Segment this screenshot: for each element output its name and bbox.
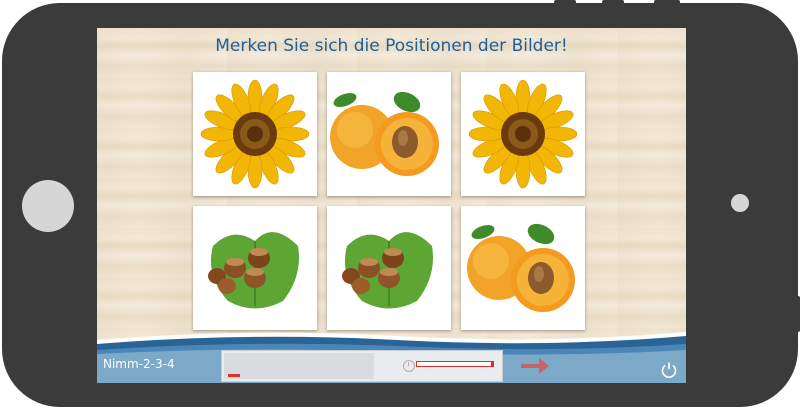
power-icon[interactable] (660, 361, 678, 379)
timer-bar-fill (490, 362, 493, 366)
phone-side-button (602, 0, 624, 4)
game-screen: Merken Sie sich die Positionen der Bilde… (97, 28, 686, 383)
phone-side-button (796, 296, 800, 332)
clock-icon (403, 360, 415, 372)
front-camera (731, 194, 749, 212)
memorize-progress-fill (228, 374, 240, 377)
home-button (22, 180, 74, 232)
memorize-progress-track (224, 353, 374, 379)
phone-side-button (654, 0, 680, 4)
bottom-wave-bar (97, 332, 686, 383)
phone-side-button (554, 0, 576, 4)
arrow-right-icon[interactable] (519, 355, 551, 377)
progress-panel (221, 350, 503, 382)
level-label: Nimm-2-3-4 (103, 357, 175, 371)
timer-bar (416, 361, 494, 367)
